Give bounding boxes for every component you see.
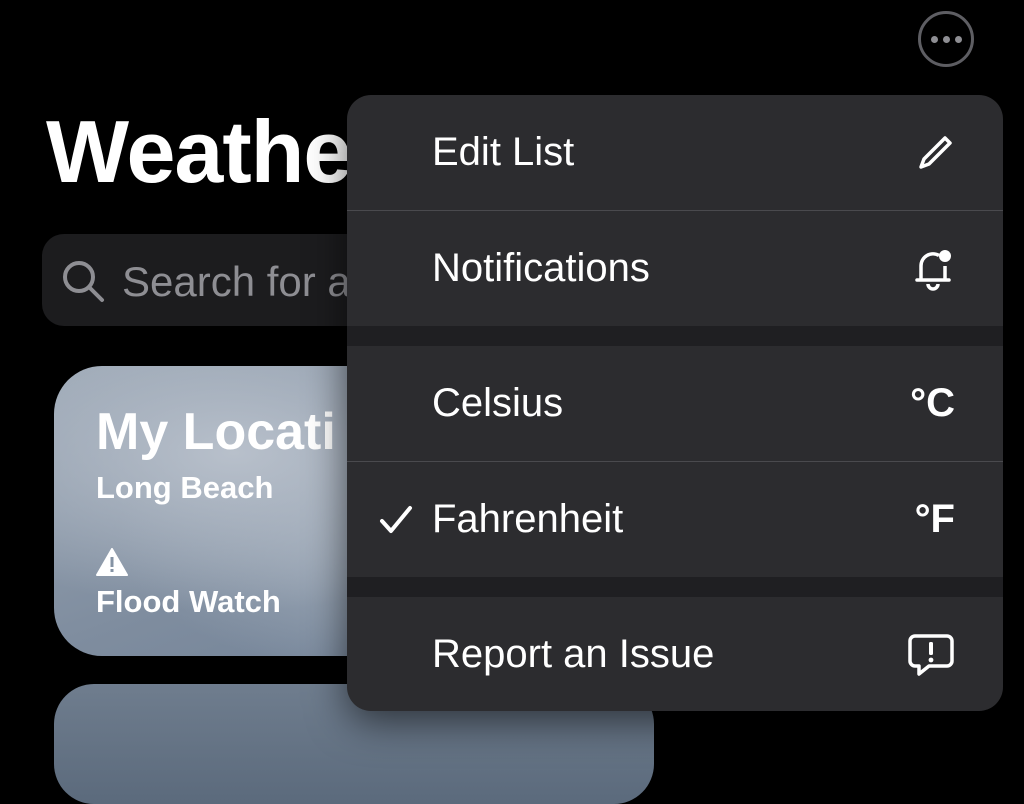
menu-item-notifications[interactable]: Notifications xyxy=(347,211,1003,326)
menu-item-label: Report an Issue xyxy=(432,632,715,676)
more-options-button[interactable] xyxy=(918,11,974,67)
unit-label: °F xyxy=(914,497,955,541)
warning-triangle-icon xyxy=(96,548,128,581)
location-title: My Locati xyxy=(96,403,336,461)
menu-item-fahrenheit[interactable]: Fahrenheit °F xyxy=(347,462,1003,577)
unit-label: °C xyxy=(910,381,955,425)
ellipsis-icon xyxy=(930,35,938,43)
search-input[interactable]: Search for a xyxy=(122,258,351,306)
location-city: Long Beach xyxy=(96,470,274,505)
menu-section-gap xyxy=(347,577,1003,597)
menu-section-gap xyxy=(347,326,1003,346)
pencil-icon xyxy=(915,95,955,210)
page-title: Weathe xyxy=(46,102,352,201)
menu-item-label: Fahrenheit xyxy=(432,497,624,541)
menu-item-label: Celsius xyxy=(432,381,564,425)
alert-text: Flood Watch xyxy=(96,584,281,619)
search-icon xyxy=(60,258,106,309)
menu-item-edit-list[interactable]: Edit List xyxy=(347,95,1003,210)
report-bubble-icon xyxy=(907,597,955,711)
ellipsis-dot xyxy=(942,35,950,43)
checkmark-icon xyxy=(379,462,413,577)
ellipsis-dot xyxy=(954,35,962,43)
menu-item-celsius[interactable]: Celsius °C xyxy=(347,346,1003,461)
bell-badge-icon xyxy=(911,211,955,326)
options-menu: Edit List Notifications Celsius °C Fahre… xyxy=(347,95,1003,711)
menu-item-label: Notifications xyxy=(432,246,650,290)
menu-item-report-issue[interactable]: Report an Issue xyxy=(347,597,1003,711)
menu-item-label: Edit List xyxy=(432,130,575,174)
